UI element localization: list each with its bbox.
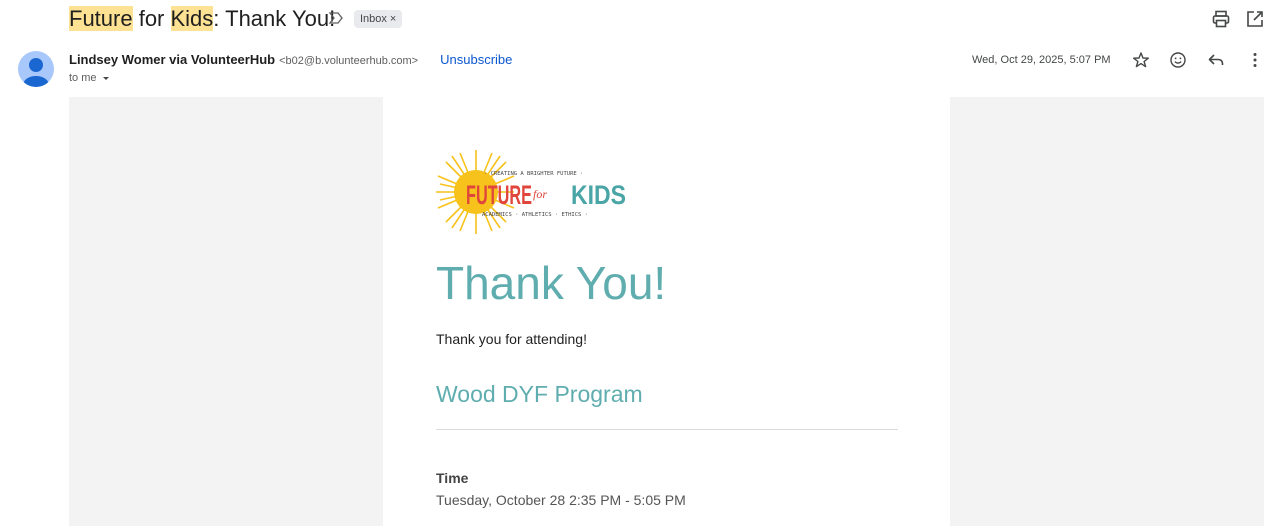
section-divider bbox=[436, 429, 898, 430]
sender-avatar[interactable] bbox=[18, 51, 54, 87]
time-label: Time bbox=[436, 470, 469, 486]
email-subject: Future for Kids: Thank You! bbox=[69, 6, 335, 32]
sender-name[interactable]: Lindsey Womer via VolunteerHub bbox=[69, 52, 275, 67]
inbox-label-text: Inbox bbox=[360, 13, 387, 25]
email-heading: Thank You! bbox=[436, 257, 667, 309]
print-icon[interactable] bbox=[1211, 9, 1231, 29]
remove-label-icon[interactable]: × bbox=[390, 10, 396, 28]
sender-line: Lindsey Womer via VolunteerHub <b02@b.vo… bbox=[69, 52, 512, 67]
importance-marker-icon[interactable] bbox=[328, 10, 344, 26]
subject-text: for bbox=[132, 6, 171, 31]
logo-word-kids: KIDS bbox=[571, 180, 626, 210]
reply-icon[interactable] bbox=[1207, 51, 1225, 69]
recipient-text: to me bbox=[69, 72, 97, 84]
more-vertical-icon[interactable] bbox=[1246, 51, 1264, 69]
inbox-label-chip[interactable]: Inbox × bbox=[354, 10, 403, 28]
email-intro-text: Thank you for attending! bbox=[436, 331, 587, 347]
logo-tagline-top: · CREATING A BRIGHTER FUTURE · bbox=[484, 171, 583, 177]
email-date: Wed, Oct 29, 2025, 5:07 PM bbox=[972, 54, 1111, 66]
subject-highlight-future: Future bbox=[69, 6, 133, 31]
program-name: Wood DYF Program bbox=[436, 381, 643, 407]
logo-tagline-bottom: ACADEMICS · ATHLETICS · ETHICS · bbox=[482, 212, 588, 218]
logo-word-for: for bbox=[533, 187, 547, 201]
future-for-kids-logo: · CREATING A BRIGHTER FUTURE · FUTURE fo… bbox=[436, 150, 636, 236]
logo-word-future: FUTURE bbox=[466, 180, 532, 210]
unsubscribe-link[interactable]: Unsubscribe bbox=[440, 52, 512, 67]
recipient-details-toggle[interactable]: to me bbox=[69, 72, 111, 84]
star-icon[interactable] bbox=[1132, 51, 1150, 69]
subject-highlight-kids: Kids bbox=[170, 6, 214, 31]
subject-text-end: : Thank You! bbox=[213, 6, 336, 31]
time-value: Tuesday, October 28 2:35 PM - 5:05 PM bbox=[436, 492, 686, 508]
chevron-down-icon bbox=[102, 77, 109, 80]
sender-email: <b02@b.volunteerhub.com> bbox=[279, 55, 419, 67]
emoji-react-icon[interactable] bbox=[1169, 51, 1187, 69]
open-in-new-window-icon[interactable] bbox=[1245, 9, 1265, 29]
